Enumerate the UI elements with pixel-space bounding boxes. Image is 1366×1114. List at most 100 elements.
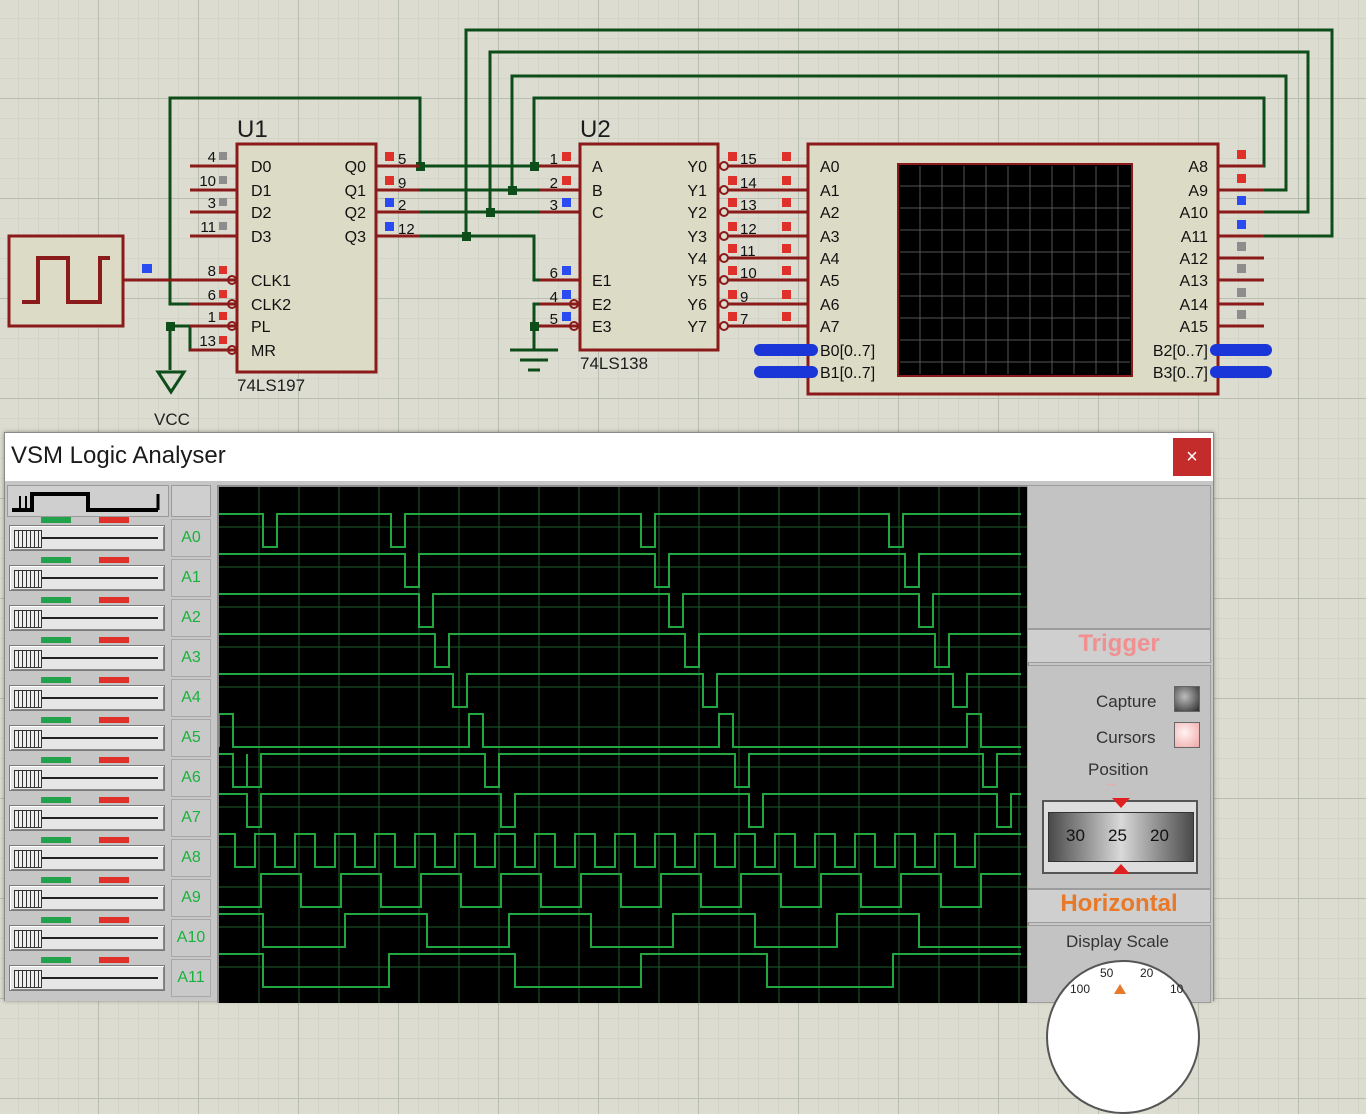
channel-leds: [41, 517, 181, 523]
close-button[interactable]: ×: [1173, 438, 1211, 476]
scale-tick-10: 10: [1170, 982, 1184, 996]
slider-knob[interactable]: [14, 890, 42, 908]
slider-knob[interactable]: [14, 970, 42, 988]
channel-row: A2: [5, 597, 215, 637]
analyser-input-label: A6: [820, 297, 840, 314]
u2-pin-number: 7: [740, 311, 748, 328]
channel-label: A2: [171, 599, 211, 637]
u1-pin-name: Q3: [345, 229, 366, 246]
channel-label: A9: [171, 879, 211, 917]
slider-knob[interactable]: [14, 850, 42, 868]
analyser-input-label: A12: [1180, 251, 1209, 268]
cursors-button[interactable]: [1174, 722, 1200, 748]
schematic-canvas[interactable]: VCC U1 74LS197 4D010D13D211D38CLK16CLK21…: [0, 0, 1366, 432]
analyser-body: A0 A1 A2 A3 A4 A5 A6 A7 A8 A9 A10 A11 Trigger Captu…: [5, 481, 1213, 1114]
u2-pin-name: Y3: [687, 229, 707, 246]
position-knob[interactable]: 30 25 20: [1042, 798, 1198, 874]
analyser-input-label: A13: [1180, 273, 1209, 290]
pin-state-led: [782, 198, 791, 207]
channel-slider[interactable]: [9, 525, 165, 551]
logic-analyser-block[interactable]: A0 A1 A2 A3 A4 A5 A6 A7 B0[0..7] B1[0..7] A8 A9 A10…: [754, 142, 1272, 396]
slider-knob[interactable]: [14, 930, 42, 948]
pin-state-led: [1237, 288, 1246, 297]
channel-label: A1: [171, 559, 211, 597]
u1-pin-name: D3: [251, 229, 272, 246]
channel-slider[interactable]: [9, 605, 165, 631]
channel-row: A8: [5, 837, 215, 877]
u1-pin-name: Q0: [345, 159, 366, 176]
analyser-input-label: A11: [1181, 229, 1208, 246]
slider-knob[interactable]: [14, 650, 42, 668]
analyser-input-label: A14: [1180, 297, 1209, 314]
panel-top-box: [1027, 485, 1211, 629]
channel-slider[interactable]: [9, 725, 165, 751]
channel-label: A3: [171, 639, 211, 677]
pin-state-led: [219, 336, 227, 344]
u2-pin-number: 15: [740, 151, 757, 168]
clock-generator[interactable]: [7, 234, 235, 328]
channel-leds: [41, 557, 181, 563]
pin-state-led: [219, 198, 227, 206]
u2-pin-name: B: [592, 183, 603, 200]
u2-pin-name: Y7: [687, 319, 707, 336]
u1-pin-number: 9: [398, 175, 406, 192]
slider-knob[interactable]: [14, 570, 42, 588]
horizontal-section: Display Scale 100 50 20 10: [1027, 925, 1211, 1114]
slider-knob[interactable]: [14, 530, 42, 548]
ic-u1[interactable]: U1 74LS197 4 D0 10 D1 3 D2 11 D3 8 CLK1 6 CLK2 1 PL 13…: [190, 116, 420, 395]
display-scale-knob[interactable]: 100 50 20 10: [1046, 960, 1200, 1114]
display-scale-label: Display Scale: [1066, 932, 1169, 951]
slider-knob[interactable]: [14, 690, 42, 708]
channel-slider[interactable]: [9, 645, 165, 671]
channel-slider[interactable]: [9, 925, 165, 951]
horizontal-heading: Horizontal: [1027, 889, 1211, 923]
control-panel: Trigger Capture Cursors Position ↔ 30 25…: [1027, 485, 1211, 1114]
pin-state-led: [385, 198, 394, 207]
pin-state-led: [562, 266, 571, 275]
channel-leds: [41, 957, 181, 963]
analyser-input-label: A15: [1180, 319, 1209, 336]
u2-ref: U2: [580, 116, 611, 143]
channel-leds: [41, 877, 181, 883]
channel-row: A9: [5, 877, 215, 917]
channel-row: A3: [5, 637, 215, 677]
slider-knob[interactable]: [14, 810, 42, 828]
pin-state-led: [385, 222, 394, 231]
slider-knob[interactable]: [14, 730, 42, 748]
red-led-icon: [99, 677, 129, 683]
pin-state-led: [1237, 220, 1246, 229]
red-led-icon: [99, 517, 129, 523]
channel-slider[interactable]: [9, 805, 165, 831]
slider-knob[interactable]: [14, 610, 42, 628]
ic-u2[interactable]: U2 74LS138 1 A2 B3 C6 E14 E25 E3 Y0 15Y1 14Y2 13Y…: [540, 116, 808, 373]
u2-pin-number: 10: [740, 265, 757, 282]
u1-pin-number: 6: [208, 287, 216, 304]
analyser-input-label: B0[0..7]: [820, 343, 875, 360]
analyser-input-label: A10: [1180, 205, 1209, 222]
channel-slider[interactable]: [9, 565, 165, 591]
u2-pin-name: Y0: [687, 159, 707, 176]
channel-label: A7: [171, 799, 211, 837]
u2-pin-name: E2: [592, 297, 612, 314]
slider-knob[interactable]: [14, 770, 42, 788]
green-led-icon: [41, 597, 71, 603]
channel-slider[interactable]: [9, 845, 165, 871]
analyser-input-label: B2[0..7]: [1153, 343, 1208, 360]
channel-label: A8: [171, 839, 211, 877]
channel-leds: [41, 677, 181, 683]
position-tick-right: 20: [1150, 826, 1169, 845]
title-bar[interactable]: VSM Logic Analyser ×: [5, 433, 1213, 481]
channel-slider[interactable]: [9, 965, 165, 991]
red-led-icon: [99, 717, 129, 723]
logic-analyser-window[interactable]: VSM Logic Analyser × A0 A1 A2 A3 A4 A5 A6 A7 A8 A…: [4, 432, 1214, 1114]
u1-pin-number: 8: [208, 263, 216, 280]
position-arrows-icon: ↔: [1104, 774, 1118, 790]
channel-slider[interactable]: [9, 765, 165, 791]
pin-state-led: [728, 176, 737, 185]
u2-pin-name: E3: [592, 319, 612, 336]
channel-slider[interactable]: [9, 885, 165, 911]
red-led-icon: [99, 797, 129, 803]
trace-display[interactable]: [217, 485, 1029, 1003]
capture-button[interactable]: [1174, 686, 1200, 712]
channel-slider[interactable]: [9, 685, 165, 711]
